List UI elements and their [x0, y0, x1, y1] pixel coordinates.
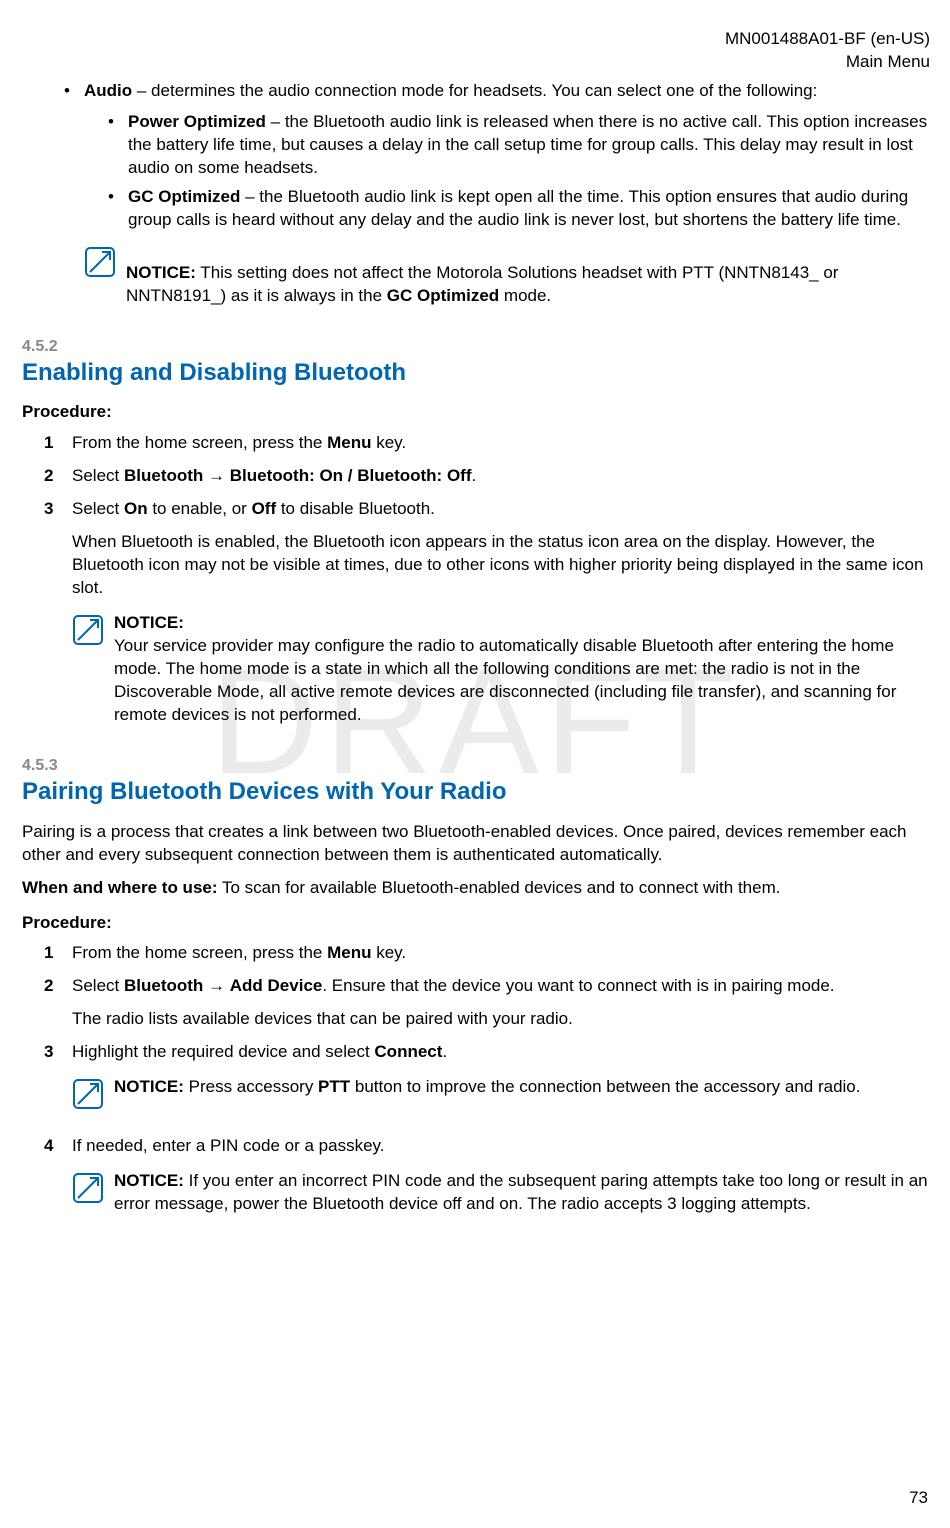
step-text: Select: [72, 976, 124, 995]
gc-optimized-label: GC Optimized: [128, 187, 240, 206]
step-number: 2: [44, 975, 72, 1031]
section-number-452: 4.5.2: [22, 336, 928, 358]
notice-block: NOTICE: This setting does not affect the…: [84, 244, 928, 308]
section-title-453: Pairing Bluetooth Devices with Your Radi…: [22, 776, 928, 808]
list-item: • Power Optimized – the Bluetooth audio …: [108, 111, 928, 180]
notice-icon: [84, 244, 126, 308]
notice-label: NOTICE:: [114, 613, 184, 632]
step-item: 1 From the home screen, press the Menu k…: [44, 942, 928, 965]
step-text: .: [471, 466, 476, 485]
step-bold: Connect: [374, 1042, 442, 1061]
bullet-icon: •: [108, 111, 128, 180]
step-text: →: [203, 976, 229, 995]
step-text: Select: [72, 499, 124, 518]
step-item: 3 Select On to enable, or Off to disable…: [44, 498, 928, 734]
step-bold: Bluetooth: On / Bluetooth: Off: [230, 466, 472, 485]
step-item: 1 From the home screen, press the Menu k…: [44, 432, 928, 455]
notice-label: NOTICE:: [114, 1171, 184, 1190]
notice-text: Your service provider may configure the …: [114, 635, 928, 727]
notice-block: NOTICE: Press accessory PTT button to im…: [72, 1076, 928, 1117]
notice-icon: [72, 612, 114, 727]
step-number: 3: [44, 498, 72, 734]
step-number: 2: [44, 465, 72, 488]
notice-icon: [72, 1076, 114, 1117]
audio-text: – determines the audio connection mode f…: [132, 81, 817, 100]
step-text: If needed, enter a PIN code or a passkey…: [72, 1135, 928, 1158]
step-text: to disable Bluetooth.: [276, 499, 435, 518]
step-number: 1: [44, 942, 72, 965]
list-item: • GC Optimized – the Bluetooth audio lin…: [108, 186, 928, 232]
step-text: key.: [372, 943, 407, 962]
notice-text-bold: GC Optimized: [387, 286, 499, 305]
notice-text: If you enter an incorrect PIN code and t…: [114, 1171, 928, 1213]
when-text: To scan for available Bluetooth-enabled …: [218, 878, 781, 897]
step-item: 2 Select Bluetooth → Bluetooth: On / Blu…: [44, 465, 928, 488]
step-bold: Bluetooth: [124, 466, 203, 485]
notice-block: NOTICE: If you enter an incorrect PIN co…: [72, 1170, 928, 1216]
notice-icon: [72, 1170, 114, 1216]
notice-text-post: mode.: [499, 286, 551, 305]
page-number: 73: [909, 1487, 928, 1510]
step-item: 2 Select Bluetooth → Add Device. Ensure …: [44, 975, 928, 1031]
step-bold: Bluetooth: [124, 976, 203, 995]
section-title-452: Enabling and Disabling Bluetooth: [22, 357, 928, 389]
gc-optimized-text: – the Bluetooth audio link is kept open …: [128, 187, 908, 229]
section-number-453: 4.5.3: [22, 755, 928, 777]
section-intro: Pairing is a process that creates a link…: [22, 821, 928, 867]
step-text: to enable, or: [148, 499, 252, 518]
step-subtext: The radio lists available devices that c…: [72, 1008, 928, 1031]
step-text: Select: [72, 466, 124, 485]
when-label: When and where to use:: [22, 878, 218, 897]
bullet-icon: •: [64, 80, 84, 316]
notice-block: NOTICE: Your service provider may config…: [72, 612, 928, 727]
step-bold: Menu: [327, 433, 371, 452]
step-bold: Add Device: [230, 976, 323, 995]
step-text: key.: [372, 433, 407, 452]
notice-bold: PTT: [318, 1077, 350, 1096]
procedure-label: Procedure:: [22, 912, 928, 935]
bullet-icon: •: [108, 186, 128, 232]
notice-label: NOTICE:: [114, 1077, 184, 1096]
power-optimized-label: Power Optimized: [128, 112, 266, 131]
step-subtext: When Bluetooth is enabled, the Bluetooth…: [72, 531, 928, 600]
step-item: 3 Highlight the required device and sele…: [44, 1041, 928, 1125]
step-text: . Ensure that the device you want to con…: [322, 976, 834, 995]
step-text: From the home screen, press the: [72, 943, 327, 962]
procedure-label: Procedure:: [22, 401, 928, 424]
step-number: 3: [44, 1041, 72, 1125]
step-text: From the home screen, press the: [72, 433, 327, 452]
notice-text: button to improve the connection between…: [350, 1077, 860, 1096]
step-number: 1: [44, 432, 72, 455]
step-text: Highlight the required device and select: [72, 1042, 374, 1061]
step-bold: On: [124, 499, 148, 518]
step-text: →: [203, 466, 229, 485]
step-bold: Menu: [327, 943, 371, 962]
notice-text: Press accessory: [184, 1077, 318, 1096]
step-bold: Off: [252, 499, 277, 518]
notice-label: NOTICE:: [126, 263, 196, 282]
audio-label: Audio: [84, 81, 132, 100]
step-item: 4 If needed, enter a PIN code or a passk…: [44, 1135, 928, 1224]
step-text: .: [442, 1042, 447, 1061]
step-number: 4: [44, 1135, 72, 1224]
list-item: • Audio – determines the audio connectio…: [64, 80, 928, 316]
